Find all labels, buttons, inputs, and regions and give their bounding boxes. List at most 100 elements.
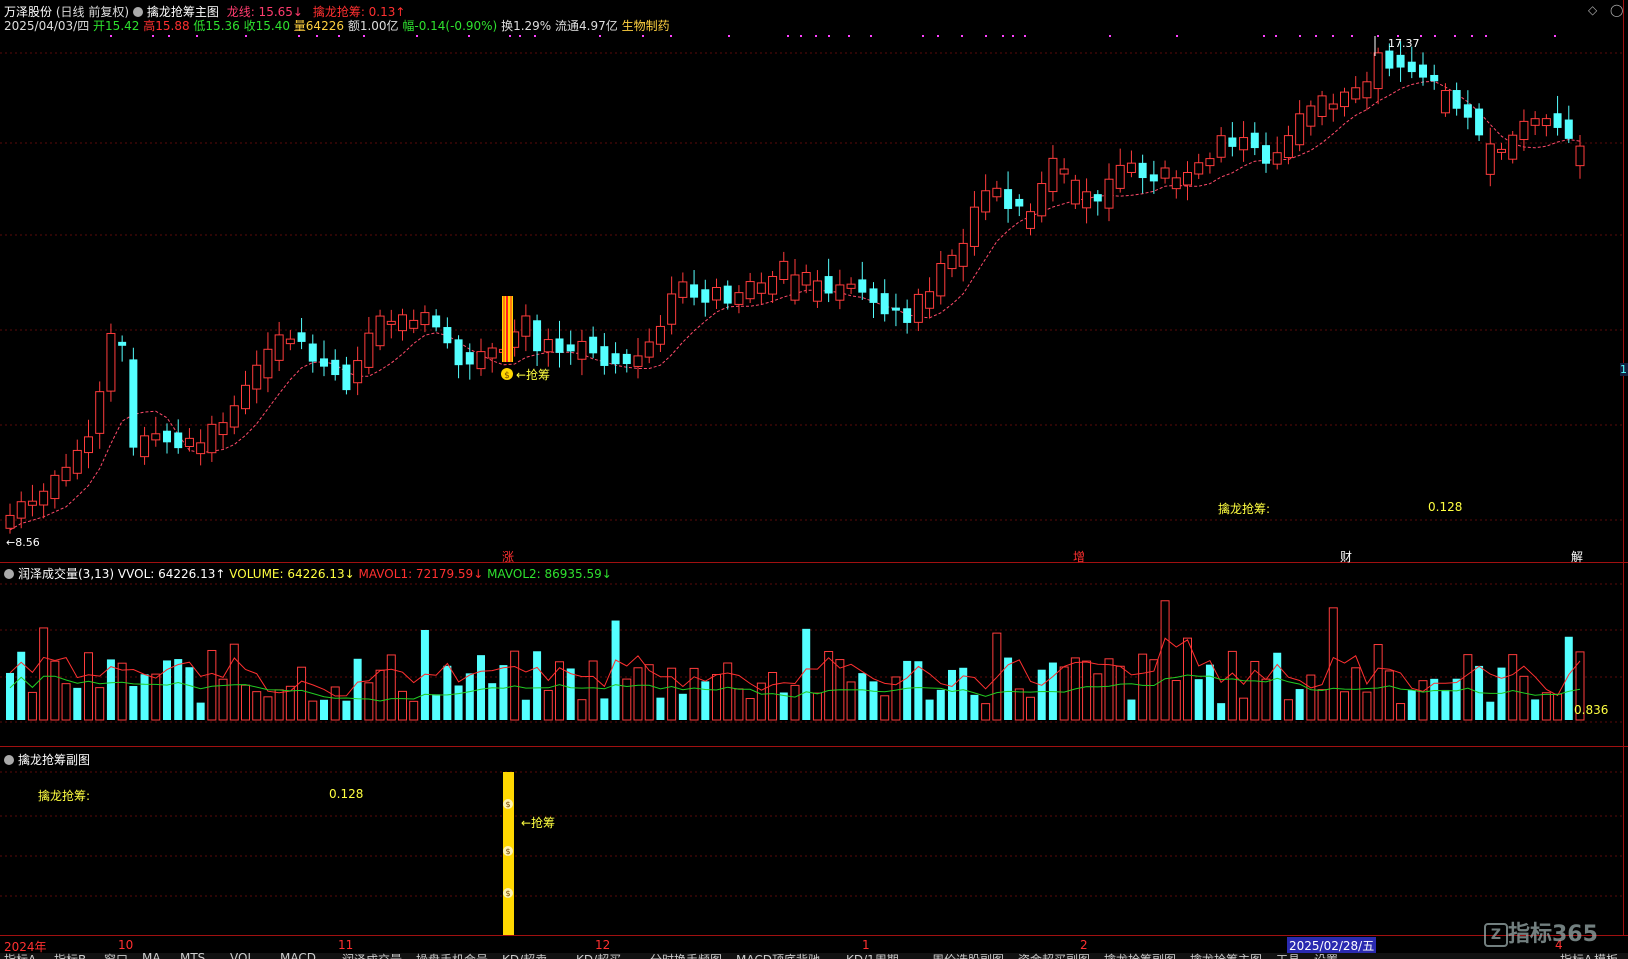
volume-bar-down <box>521 699 530 720</box>
volume-bar-up <box>1508 654 1518 721</box>
candle-up <box>487 347 497 359</box>
indicator-tab[interactable]: 指标B <box>54 953 86 959</box>
svg-text:$: $ <box>505 889 510 898</box>
volume-bar-up <box>824 651 834 721</box>
volume-bar-down <box>925 699 934 720</box>
indicator-tab[interactable]: 分时换手频图 <box>650 953 722 959</box>
candle-down <box>880 293 889 315</box>
candle-up <box>140 435 150 458</box>
candle-up <box>285 338 295 345</box>
volume-bar-up <box>1362 691 1372 721</box>
indicator-tab[interactable]: 操盘手机会号 <box>416 953 488 959</box>
volume-bar-up <box>768 671 778 721</box>
candle-up <box>151 433 161 441</box>
candle-up <box>61 466 71 482</box>
volume-bar-up <box>1340 691 1349 721</box>
volume-bar-down <box>611 620 620 720</box>
volume-bar-up <box>1059 666 1069 721</box>
right-tab[interactable]: 指标A <box>1560 953 1592 959</box>
candle-up <box>1328 103 1338 110</box>
indicator-tab[interactable]: 润泽成交量 <box>342 953 402 959</box>
volume-bar-up <box>375 669 385 721</box>
indicator-tab[interactable]: MACD顶底背驰 <box>736 953 820 959</box>
candle-up <box>39 490 49 506</box>
volume-bar-up <box>712 674 721 721</box>
indicator-tab[interactable]: MACD <box>280 953 316 959</box>
indicator-tab[interactable]: 设置 <box>1314 953 1338 959</box>
volume-bar-up <box>398 690 407 721</box>
indicator-tab[interactable]: 周价选股副图 <box>932 953 1004 959</box>
volume-bar-down <box>488 683 497 720</box>
indicator-tab[interactable]: MA <box>142 953 161 959</box>
indicator-tab[interactable]: MTS <box>180 953 205 959</box>
indicator-tab[interactable]: KD/超卖 <box>502 953 547 959</box>
indicator-tab[interactable]: 擒龙抢筹副图 <box>1104 953 1176 959</box>
volume-bar-up <box>1306 674 1316 721</box>
money-bag-icon: $ <box>503 846 513 856</box>
candle-up <box>398 314 407 332</box>
indicator-tab[interactable]: 工具 <box>1276 953 1300 959</box>
indicator-tab[interactable]: 窗口 <box>104 953 128 959</box>
volume-bar-up <box>263 696 273 721</box>
sub-chart[interactable]: $ $ $ <box>0 746 1628 935</box>
candle-down <box>297 332 306 342</box>
candle-down <box>891 307 900 311</box>
candle-up <box>543 339 553 353</box>
indicator-tab[interactable]: KD/1周期 <box>846 953 899 959</box>
candle-up <box>106 332 116 392</box>
volume-bar-down <box>420 629 429 720</box>
volume-bar-up <box>1396 703 1406 721</box>
candle-up <box>768 275 778 295</box>
candle-up <box>72 449 82 474</box>
candle-up <box>252 364 262 390</box>
candle-up <box>1306 105 1316 127</box>
volume-bar-up <box>1463 654 1473 721</box>
indicator-tab[interactable]: 指标A <box>4 953 36 959</box>
candle-up <box>969 206 979 247</box>
candle-up <box>241 384 250 410</box>
candle-up <box>1519 120 1529 141</box>
volume-bar-down <box>533 651 542 720</box>
volume-bar-up <box>1283 699 1293 721</box>
candle-down <box>443 327 452 344</box>
indicator-tab[interactable]: 资金超买副图 <box>1018 953 1090 959</box>
date-axis-label: 11 <box>338 938 354 952</box>
candle-up <box>1239 137 1249 151</box>
candle-down <box>824 276 833 294</box>
candle-up <box>958 242 968 267</box>
candle-down <box>1250 132 1259 149</box>
candle-up <box>1497 148 1506 153</box>
volume-bar-down <box>1205 664 1214 720</box>
volume-bar-up <box>622 678 632 721</box>
candle-up <box>633 355 643 367</box>
right-tab[interactable]: 模板 <box>1594 953 1618 959</box>
volume-bar-down <box>320 699 328 720</box>
candlestick-chart[interactable]: $ <box>0 0 1628 560</box>
volume-bar-up <box>1014 688 1024 721</box>
signal-bar <box>502 296 513 362</box>
candle-up <box>409 319 419 329</box>
candle-up <box>655 325 665 345</box>
candle-up <box>1104 178 1114 209</box>
volume-bar-up <box>667 667 677 721</box>
volume-bar-down <box>1564 636 1573 720</box>
volume-bar-up <box>1160 600 1170 721</box>
candle-down <box>129 359 138 448</box>
volume-bar-up <box>274 689 284 721</box>
volume-bar-up <box>252 691 262 721</box>
candle-up <box>1295 113 1305 146</box>
volume-chart[interactable] <box>0 562 1628 746</box>
candle-up <box>1171 177 1181 190</box>
money-bag-icon: $ <box>503 799 513 809</box>
candle-up <box>1440 90 1450 114</box>
candle-up <box>229 405 239 428</box>
sub-qinlong-label: 擒龙抢筹: <box>38 789 91 803</box>
candle-down <box>1004 189 1013 209</box>
candle-up <box>1160 167 1170 179</box>
candle-up <box>756 282 766 294</box>
indicator-tab[interactable]: VOL <box>230 953 254 959</box>
indicator-tab[interactable]: KD/超买 <box>576 953 621 959</box>
candle-up <box>50 474 60 500</box>
volume-bar-down <box>1452 678 1461 720</box>
indicator-tab[interactable]: 擒龙抢筹主图 <box>1190 953 1262 959</box>
